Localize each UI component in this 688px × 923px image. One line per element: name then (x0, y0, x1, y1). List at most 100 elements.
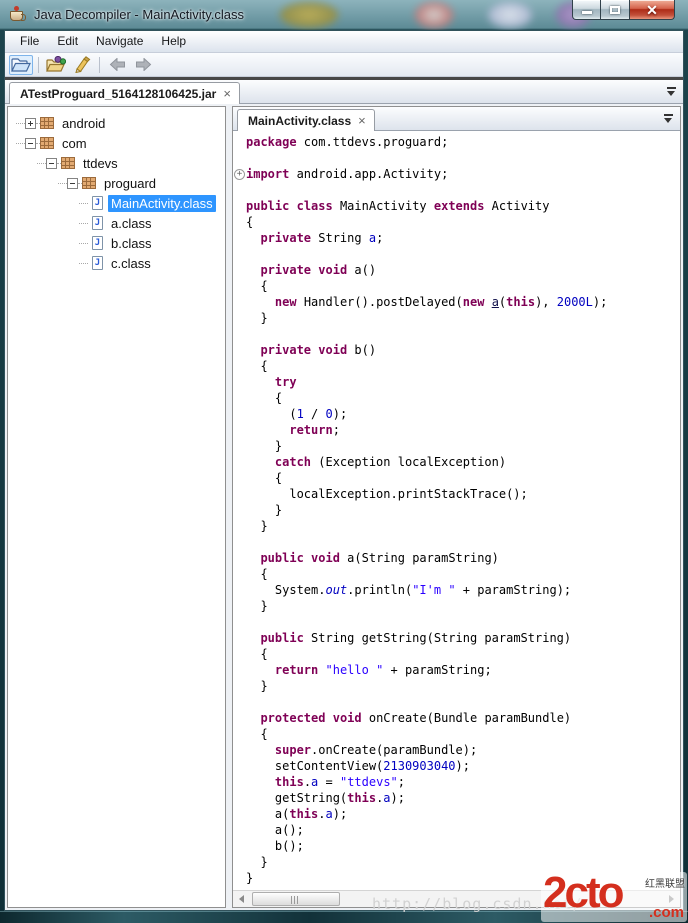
fold-expand-icon[interactable] (233, 166, 246, 182)
menu-bar: File Edit Navigate Help (5, 31, 683, 53)
code-line: localException.printStackTrace(); (233, 486, 680, 502)
code-text: { (246, 566, 268, 582)
maximize-button[interactable] (601, 0, 629, 20)
toolbar-separator (99, 57, 100, 73)
collapse-icon[interactable] (46, 158, 57, 169)
code-gutter (233, 630, 246, 646)
menu-help[interactable]: Help (152, 31, 195, 52)
package-tree[interactable]: androidcomttdevsproguardJMainActivity.cl… (7, 106, 226, 908)
package-icon (61, 157, 75, 169)
code-gutter (233, 294, 246, 310)
code-gutter (233, 550, 246, 566)
tab-overflow-button[interactable] (667, 86, 676, 96)
code-gutter (233, 230, 246, 246)
code-gutter (233, 710, 246, 726)
code-text: package com.ttdevs.proguard; (246, 134, 448, 150)
tree-item-c-class[interactable]: Jc.class (8, 253, 225, 273)
jar-tab-close-icon[interactable]: × (223, 88, 231, 100)
tree-item-b-class[interactable]: Jb.class (8, 233, 225, 253)
code-line: public String getString(String paramStri… (233, 630, 680, 646)
code-text: { (246, 358, 268, 374)
collapse-icon[interactable] (25, 138, 36, 149)
code-gutter (233, 822, 246, 838)
open-file-button[interactable] (9, 55, 33, 75)
tree-item-ttdevs[interactable]: ttdevs (8, 153, 225, 173)
code-line: public class MainActivity extends Activi… (233, 198, 680, 214)
tree-item-a-class[interactable]: Ja.class (8, 213, 225, 233)
search-button[interactable] (70, 55, 94, 75)
scrollbar-thumb[interactable] (252, 892, 340, 906)
code-gutter (233, 854, 246, 870)
code-line: setContentView(2130903040); (233, 758, 680, 774)
code-text: } (246, 310, 268, 326)
code-text: public void a(String paramString) (246, 550, 499, 566)
class-tab-label: MainActivity.class (248, 114, 351, 128)
tree-item-label: c.class (108, 255, 154, 272)
code-line: a(this.a); (233, 806, 680, 822)
title-bar[interactable]: Java Decompiler - MainActivity.class ✕ (0, 0, 688, 30)
code-text (246, 614, 253, 630)
window-controls: ✕ (572, 0, 675, 20)
2cto-logo-text: 2cto (543, 868, 621, 918)
code-gutter (233, 758, 246, 774)
code-gutter (233, 534, 246, 550)
code-text: System.out.println("I'm " + paramString)… (246, 582, 571, 598)
code-gutter (233, 198, 246, 214)
code-line: private void b() (233, 342, 680, 358)
tree-item-proguard[interactable]: proguard (8, 173, 225, 193)
jar-tab-bar: ATestProguard_5164128106425.jar × (5, 80, 683, 104)
tree-connector (79, 203, 88, 204)
expand-icon[interactable] (25, 118, 36, 129)
code-gutter (233, 134, 246, 150)
code-line: package com.ttdevs.proguard; (233, 134, 680, 150)
code-line: System.out.println("I'm " + paramString)… (233, 582, 680, 598)
menu-file[interactable]: File (11, 31, 48, 52)
code-line: try (233, 374, 680, 390)
maximize-icon (610, 6, 620, 14)
2cto-logo-suffix: .com (649, 904, 684, 921)
tree-connector (79, 263, 88, 264)
code-text: import android.app.Activity; (246, 166, 448, 182)
tree-connector (16, 143, 25, 144)
code-gutter (233, 566, 246, 582)
scroll-left-button[interactable] (233, 891, 250, 907)
source-code-view[interactable]: package com.ttdevs.proguard; import andr… (233, 131, 680, 890)
code-gutter (233, 150, 246, 166)
minimize-button[interactable] (572, 0, 601, 20)
tree-item-com[interactable]: com (8, 133, 225, 153)
code-text: getString(this.a); (246, 790, 405, 806)
code-line: { (233, 214, 680, 230)
tree-connector (37, 163, 46, 164)
code-line (233, 246, 680, 262)
class-link[interactable]: a (492, 295, 499, 309)
forward-arrow-icon (135, 58, 152, 71)
code-gutter (233, 790, 246, 806)
tab-class[interactable]: MainActivity.class × (237, 109, 375, 131)
forward-button[interactable] (131, 55, 155, 75)
tree-item-label: b.class (108, 235, 154, 252)
class-file-icon: J (92, 236, 103, 250)
code-text: return; (246, 422, 340, 438)
code-gutter (233, 726, 246, 742)
code-text: super.onCreate(paramBundle); (246, 742, 477, 758)
collapse-icon[interactable] (67, 178, 78, 189)
code-text: public String getString(String paramStri… (246, 630, 571, 646)
menu-edit[interactable]: Edit (48, 31, 87, 52)
tree-connector (58, 183, 67, 184)
class-tab-close-icon[interactable]: × (358, 115, 366, 127)
code-gutter (233, 470, 246, 486)
code-text: { (246, 278, 268, 294)
close-button[interactable]: ✕ (629, 0, 675, 20)
code-text: a(this.a); (246, 806, 347, 822)
code-line: } (233, 502, 680, 518)
code-text: return "hello " + paramString; (246, 662, 492, 678)
menu-navigate[interactable]: Navigate (87, 31, 152, 52)
tab-overflow-button[interactable] (664, 113, 673, 123)
code-line: b(); (233, 838, 680, 854)
open-type-button[interactable] (44, 55, 68, 75)
tree-item-mainactivity-class[interactable]: JMainActivity.class (8, 193, 225, 213)
back-button[interactable] (105, 55, 129, 75)
tab-jar[interactable]: ATestProguard_5164128106425.jar × (9, 82, 240, 104)
window-title: Java Decompiler - MainActivity.class (34, 7, 244, 22)
tree-item-android[interactable]: android (8, 113, 225, 133)
